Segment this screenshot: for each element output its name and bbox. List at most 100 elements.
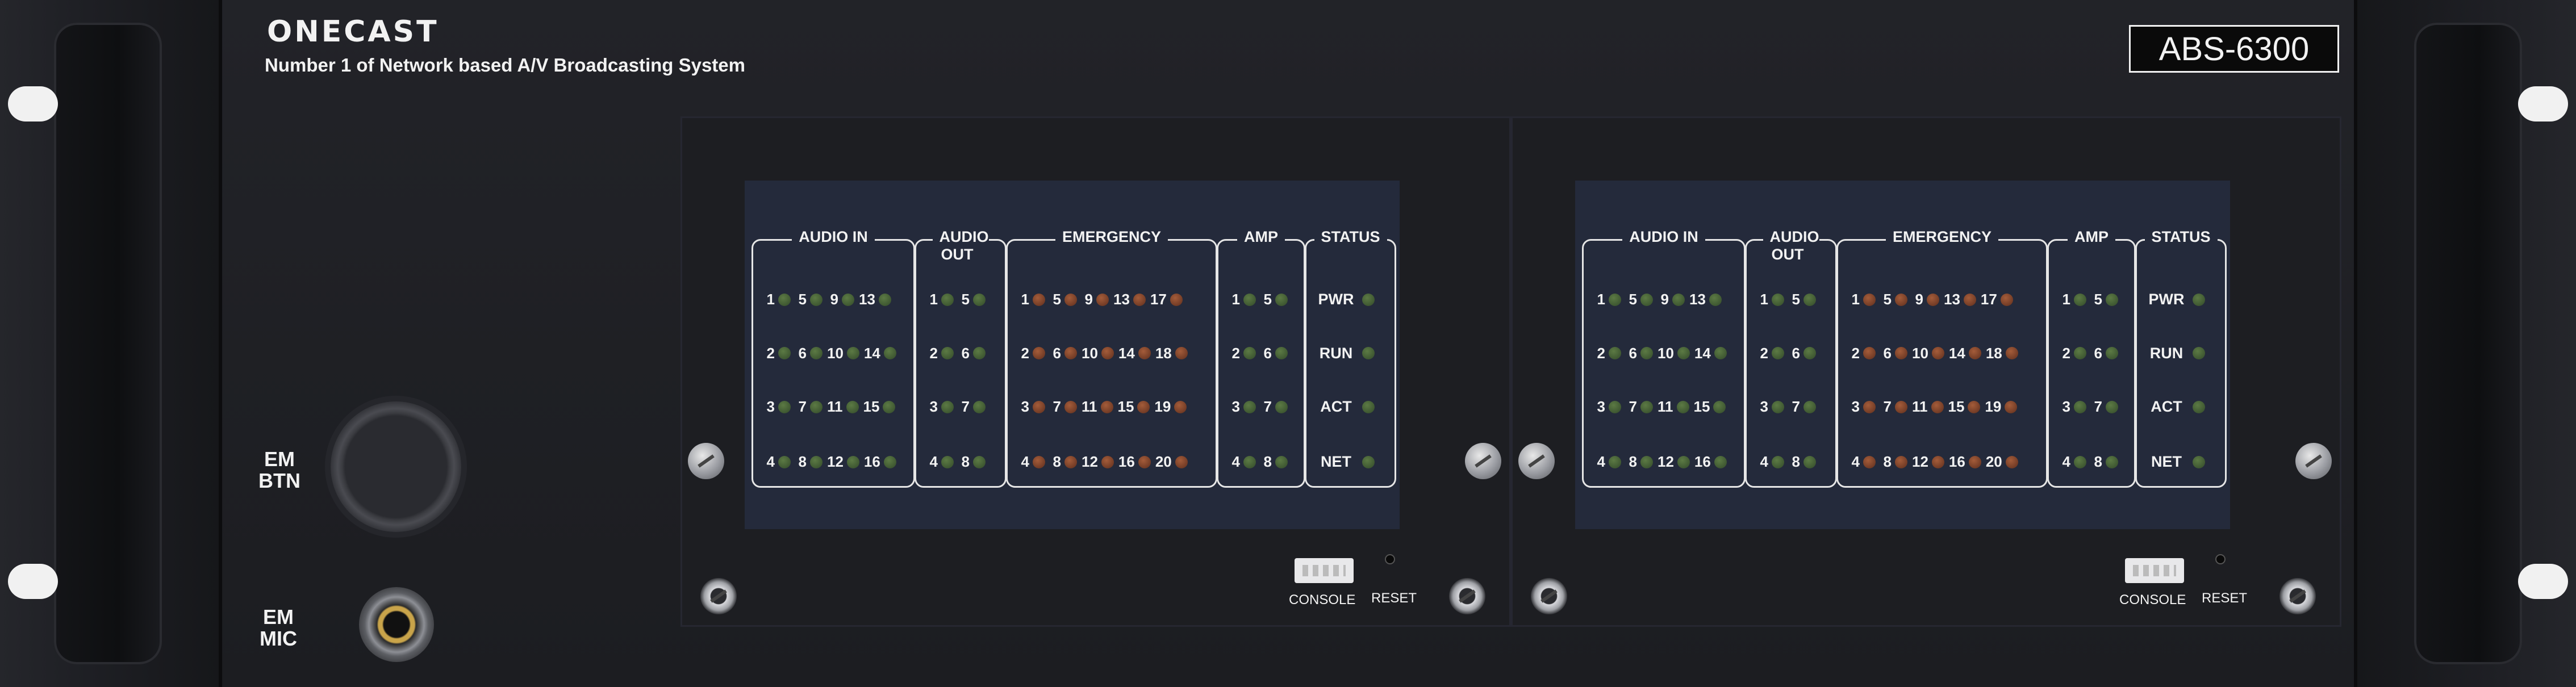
led-row: 26 (1757, 327, 1821, 379)
mount-slot (8, 564, 58, 599)
console-label: CONSOLE (1289, 592, 1356, 608)
channel-number: 5 (961, 291, 970, 308)
status-row: NET (2147, 434, 2205, 489)
led-cell: 8 (1626, 453, 1653, 471)
reset-label: RESET (2202, 590, 2248, 606)
led-indicator-red (1968, 347, 1981, 359)
led-cell: 4 (763, 453, 791, 471)
group-title: AUDIO IN (1622, 228, 1705, 245)
led-cell: 5 (1880, 291, 1907, 308)
led-indicator-green (878, 293, 891, 306)
status-label: PWR (1318, 291, 1354, 308)
led-cell: 16 (864, 453, 896, 471)
led-cell: 4 (1848, 453, 1876, 471)
led-cell: 4 (926, 453, 954, 471)
led-cell: 1 (2059, 291, 2086, 308)
led-indicator-green (941, 400, 954, 413)
led-cell: 10 (827, 345, 859, 362)
channel-number: 1 (1231, 291, 1240, 308)
led-row: 15 (2059, 272, 2123, 327)
right-handle[interactable] (2414, 23, 2522, 664)
led-cell: 6 (958, 345, 986, 362)
led-indicator-red (1174, 400, 1187, 413)
led-grid: PWR RUN ACT NET (2147, 272, 2205, 489)
channel-number: 11 (827, 398, 843, 415)
led-cell: 3 (763, 398, 791, 416)
led-cell: 18 (1155, 345, 1188, 362)
led-row: 2 6 10 14 (763, 327, 901, 379)
screw (1449, 578, 1485, 614)
channel-number: 9 (830, 291, 838, 308)
channel-number: 3 (2062, 398, 2070, 415)
channel-number: 4 (1231, 453, 1240, 470)
emergency-button[interactable] (331, 401, 461, 532)
reset-button[interactable] (2215, 554, 2226, 564)
channel-number: 5 (1263, 291, 1272, 308)
led-cell: 13 (859, 291, 891, 308)
channel-number: 12 (1658, 453, 1674, 470)
reset-label: RESET (1371, 590, 1417, 606)
channel-number: 11 (1082, 398, 1097, 415)
led-group-audio-out: AUDIO OUT 1 5 2 6 3 7 4 8 (1745, 228, 1837, 488)
group-title: AMP (2068, 228, 2115, 245)
emergency-mic-jack[interactable] (359, 587, 434, 662)
led-cell: 7 (795, 398, 823, 416)
channel-number: 4 (929, 453, 938, 470)
reset-button[interactable] (1385, 554, 1395, 564)
led-indicator-green (1677, 347, 1690, 359)
led-indicator-green (2106, 455, 2118, 468)
led-group-emergency: EMERGENCY 1 5 9 13 17 2 6 10 14 18 3 7 11 15 19 4 8 12 16 20 (1836, 228, 2048, 488)
led-row: 1 5 9 13 17 (1848, 272, 2023, 327)
io-module: AUDIO IN 1 5 9 13 2 6 10 14 3 7 11 15 4 8 12 16 AUDIO OUT… (1511, 116, 2341, 627)
console-label: CONSOLE (2119, 592, 2186, 608)
led-indicator-green (778, 347, 791, 359)
console-port[interactable] (2125, 558, 2184, 583)
channel-number: 4 (2062, 453, 2070, 470)
led-row: 3 7 11 15 19 (1018, 379, 1192, 434)
group-title: AMP (1237, 228, 1285, 245)
channel-number: 7 (1053, 398, 1061, 415)
group-title-wrap: EMERGENCY (1838, 228, 2046, 246)
led-indicator-red (1133, 293, 1146, 306)
channel-number: 6 (1883, 344, 1892, 362)
mount-slot (2518, 86, 2568, 122)
led-indicator-red (2005, 400, 2018, 413)
led-indicator-red (1968, 400, 1981, 413)
led-cell: 12 (1912, 453, 1944, 471)
channel-number: 3 (1021, 398, 1029, 415)
led-indicator-green (1640, 347, 1653, 359)
led-panel: AUDIO IN 1 5 9 13 2 6 10 14 3 7 11 15 4 8 12 16 AUDIO OUT… (745, 181, 1400, 529)
channel-number: 4 (766, 453, 775, 470)
channel-number: 10 (1082, 344, 1098, 362)
led-row: 4 8 12 16 (763, 434, 901, 489)
led-cell: 2 (1757, 345, 1784, 362)
status-led (1362, 347, 1375, 359)
channel-number: 7 (1792, 398, 1800, 415)
brand-tagline: Number 1 of Network based A/V Broadcasti… (265, 55, 745, 76)
led-cell: 10 (1912, 345, 1944, 362)
model-badge: ABS-6300 (2129, 25, 2339, 73)
led-cell: 11 (827, 398, 859, 416)
led-indicator-green (1677, 455, 1690, 468)
status-row: RUN (2147, 327, 2205, 379)
channel-number: 2 (1760, 344, 1768, 362)
led-cell: 1 (1229, 291, 1256, 308)
led-row: 1 5 9 13 (763, 272, 901, 327)
led-indicator-green (778, 400, 791, 413)
left-handle[interactable] (54, 23, 162, 664)
led-cell: 8 (1789, 453, 1816, 471)
mount-slot (2518, 564, 2568, 599)
led-cell: 1 (1848, 291, 1876, 308)
group-title: AUDIO OUT (1763, 228, 1819, 263)
screw (1518, 443, 1555, 479)
led-row: 37 (1757, 379, 1821, 434)
channel-number: 5 (1883, 291, 1892, 308)
channel-number: 3 (766, 398, 775, 415)
led-cell: 16 (1118, 453, 1151, 471)
led-cell: 5 (2091, 291, 2118, 308)
led-cell: 17 (1981, 291, 2013, 308)
led-cell: 15 (1948, 398, 1981, 416)
led-cell: 2 (2059, 345, 2086, 362)
console-port[interactable] (1295, 558, 1354, 583)
led-indicator-green (1243, 347, 1256, 359)
